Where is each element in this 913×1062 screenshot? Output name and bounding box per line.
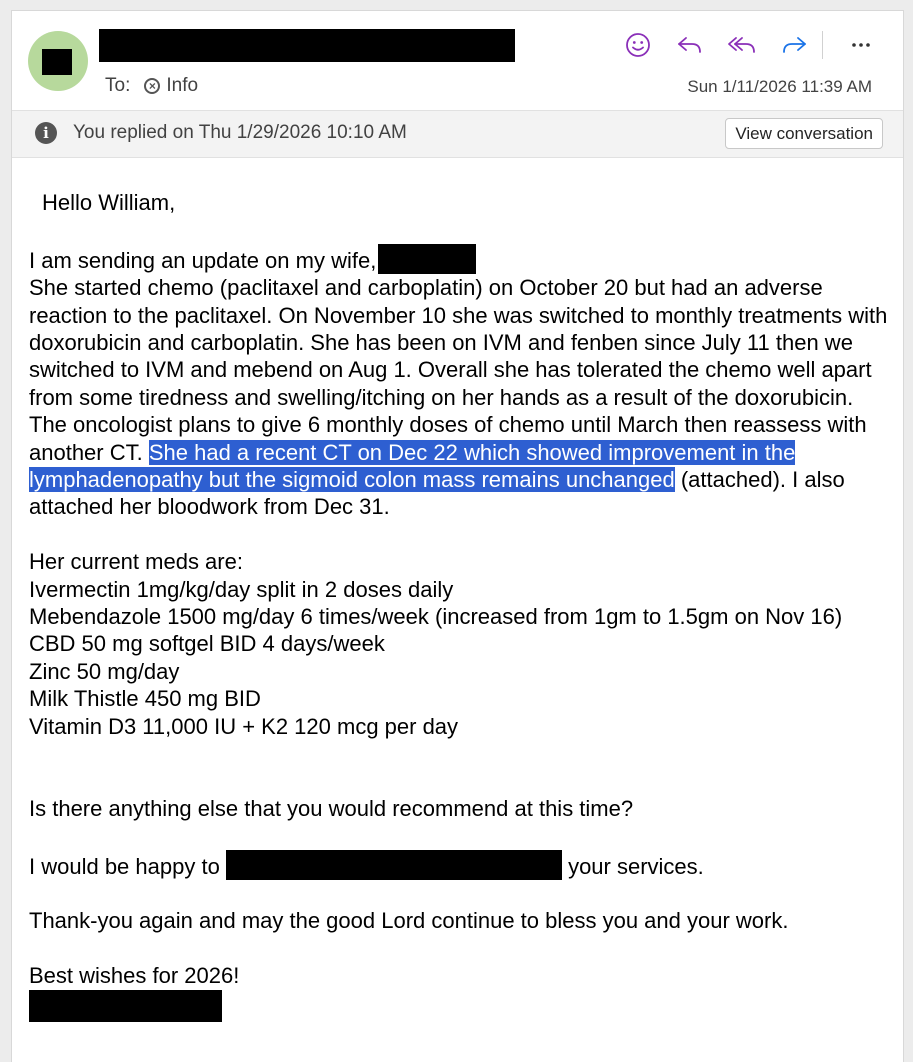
med-item: Mebendazole 1500 mg/day 6 times/week (in… [29, 604, 843, 630]
greeting: Hello William, [42, 190, 176, 215]
reply-all-button[interactable] [724, 27, 760, 63]
reply-icon [678, 37, 701, 53]
thanks-line: Thank-you again and may the good Lord co… [29, 908, 789, 934]
toolbar-divider [822, 31, 823, 59]
recipient-name[interactable]: Info [166, 75, 198, 97]
signature-redaction [29, 989, 222, 1022]
sender-name-redaction [99, 29, 515, 62]
med-item: CBD 50 mg softgel BID 4 days/week [29, 631, 385, 657]
emoji-reaction-button[interactable] [620, 27, 656, 63]
closing-line: Best wishes for 2026! [29, 963, 240, 989]
question-line: Is there anything else that you would re… [29, 795, 634, 821]
forward-button[interactable] [776, 27, 812, 63]
more-icon [852, 43, 870, 47]
reply-info-banner: i You replied on Thu 1/29/2026 10:10 AM … [12, 110, 903, 158]
update-text: She started chemo (paclitaxel and carbop… [29, 275, 888, 465]
email-reading-pane: To: × Info Sun 1/11/2026 11:39 AM i You … [11, 10, 904, 1062]
info-icon: i [35, 122, 57, 144]
reply-all-icon [728, 37, 755, 53]
happy-text-end: your services. [568, 853, 704, 879]
wife-name-redaction [378, 243, 477, 274]
happy-line: I would be happy to your services. [29, 849, 889, 880]
update-paragraph: I am sending an update on my wife, She st… [29, 243, 889, 521]
banner-text: You replied on Thu 1/29/2026 10:10 AM [73, 122, 407, 143]
med-item: Milk Thistle 450 mg BID [29, 686, 261, 712]
forward-icon [783, 37, 806, 53]
emoji-smile-icon [626, 33, 650, 57]
med-item: Ivermectin 1mg/kg/day split in 2 doses d… [29, 576, 454, 602]
more-options-button[interactable] [843, 27, 879, 63]
view-conversation-button[interactable]: View conversation [725, 118, 883, 149]
happy-text: I would be happy to [29, 853, 220, 879]
meds-heading: Her current meds are: [29, 549, 243, 575]
remove-recipient-icon[interactable]: × [144, 78, 161, 94]
redaction-box [42, 49, 72, 75]
reply-button[interactable] [672, 27, 708, 63]
recipient-line: To: × Info [105, 75, 198, 97]
med-item: Zinc 50 mg/day [29, 658, 180, 684]
email-body: Hello William, I am sending an update on… [29, 189, 889, 1022]
med-item: Vitamin D3 11,000 IU + K2 120 mcg per da… [29, 713, 459, 739]
services-redaction [225, 849, 562, 880]
sent-date: Sun 1/11/2026 11:39 AM [687, 77, 872, 96]
intro-line: I am sending an update on my wife, [29, 247, 377, 273]
to-label: To: [105, 75, 131, 96]
message-actions [620, 27, 879, 63]
avatar[interactable] [28, 31, 88, 91]
